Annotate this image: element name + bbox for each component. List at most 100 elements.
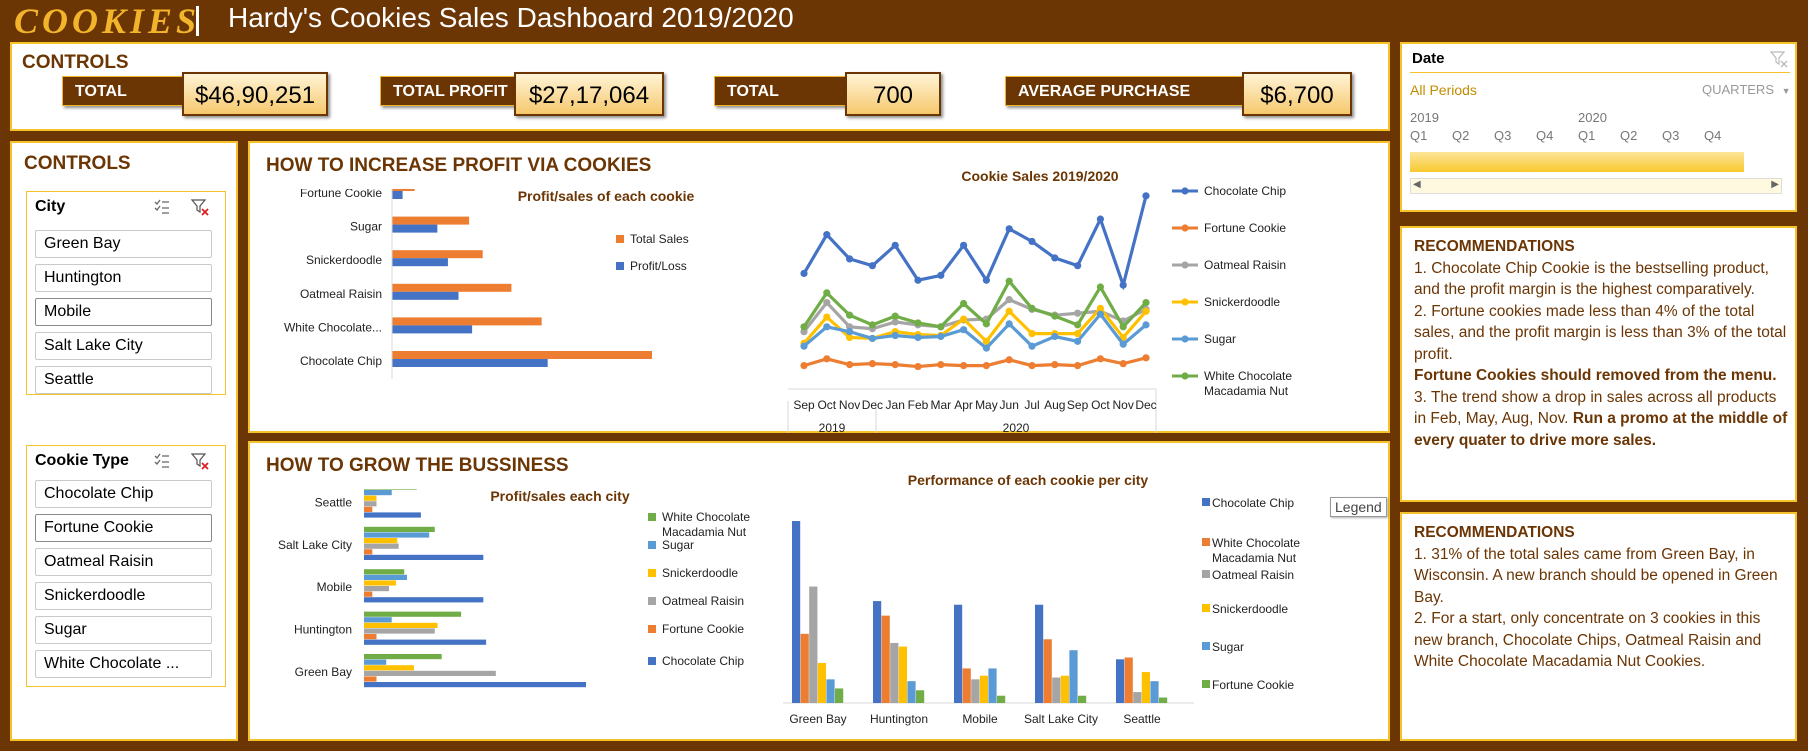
- kpi-value-total-profit: $27,17,064: [514, 72, 664, 116]
- y-tick-label: Mobile: [317, 580, 353, 594]
- quarter-label[interactable]: Q1: [1410, 128, 1427, 143]
- bar: [1069, 650, 1078, 703]
- data-point: [937, 323, 945, 331]
- cookie-slicer-item[interactable]: Oatmeal Raisin: [35, 548, 212, 576]
- date-period-label[interactable]: All Periods: [1410, 82, 1477, 98]
- bar-total-sales: [392, 216, 470, 225]
- date-slicer[interactable]: Date All Periods QUARTERS ▼ 2019 2020 Q1…: [1400, 42, 1797, 212]
- quarter-label[interactable]: Q2: [1452, 128, 1469, 143]
- timeline-bar[interactable]: [1410, 152, 1744, 172]
- bar: [1035, 604, 1044, 703]
- bar: [890, 642, 899, 703]
- multi-select-icon[interactable]: [153, 452, 171, 470]
- quarter-label[interactable]: Q1: [1578, 128, 1595, 143]
- data-point: [823, 231, 831, 239]
- quarter-label[interactable]: Q3: [1662, 128, 1679, 143]
- legend-marker: [1181, 224, 1189, 232]
- quarter-label[interactable]: Q4: [1536, 128, 1553, 143]
- profit-sales-city-chart[interactable]: Profit/sales each city Green Bay Huntingto…: [260, 489, 790, 739]
- clear-filter-icon[interactable]: [1770, 50, 1788, 68]
- scroll-right-icon[interactable]: ▶: [1771, 179, 1779, 190]
- legend-label: Chocolate Chip: [1212, 496, 1294, 510]
- year-2020: 2020: [1578, 110, 1607, 125]
- bar: [1141, 672, 1150, 703]
- city-slicer-item[interactable]: Salt Lake City: [35, 332, 212, 360]
- bar-segment: [364, 682, 586, 688]
- recommendations-panel-2: RECOMMENDATIONS 1. 31% of the total sales…: [1400, 512, 1797, 741]
- data-point: [982, 320, 990, 328]
- bar: [962, 668, 971, 703]
- y-tick-label: Fortune Cookie: [300, 189, 382, 200]
- bar-segment: [364, 526, 435, 532]
- recommendation-text: Fortune Cookies should removed from the …: [1414, 367, 1777, 384]
- city-slicer-title: City: [35, 198, 66, 215]
- quarter-label[interactable]: Q3: [1494, 128, 1511, 143]
- city-slicer-item[interactable]: Green Bay: [35, 230, 212, 258]
- legend-label: Sugar: [1204, 332, 1236, 346]
- legend-label: Oatmeal Raisin: [1204, 258, 1286, 272]
- date-slicer-title: Date: [1412, 50, 1445, 67]
- data-point: [960, 315, 968, 323]
- legend-label: Sugar: [1212, 640, 1244, 654]
- cookie-sales-line-chart[interactable]: Cookie Sales 2019/2020Sep Oct Nov Dec Jan Feb…: [778, 165, 1388, 433]
- bar-segment: [364, 554, 484, 560]
- x-group-label: 2020: [1003, 421, 1030, 433]
- clear-filter-icon[interactable]: [191, 198, 209, 216]
- grow-section-heading: HOW TO GROW THE BUSSINESS: [266, 455, 569, 476]
- data-point: [1096, 283, 1104, 291]
- cookie-slicer-item[interactable]: Chocolate Chip: [35, 480, 212, 508]
- legend-swatch: [1202, 498, 1210, 506]
- legend-label: Fortune Cookie: [1212, 678, 1294, 692]
- cookie-type-slicer[interactable]: Cookie Type Chocolate Chip Fortune Cookie…: [26, 445, 226, 687]
- x-tick-label: Sep: [1067, 398, 1089, 412]
- bar: [835, 688, 844, 703]
- city-slicer-item[interactable]: Seattle: [35, 366, 212, 394]
- data-point: [960, 362, 968, 370]
- x-tick-label: Nov: [1113, 398, 1134, 412]
- bar-segment: [364, 676, 377, 682]
- data-point: [1005, 356, 1013, 364]
- x-tick-label: Salt Lake City: [1024, 712, 1098, 726]
- bar-segment: [364, 654, 442, 660]
- bar: [1116, 659, 1125, 703]
- multi-select-icon[interactable]: [153, 198, 171, 216]
- date-level-dropdown[interactable]: QUARTERS ▼: [1702, 82, 1791, 97]
- kpi-panel: CONTROLS TOTAL SALES $46,90,251 TOTAL PR…: [10, 42, 1390, 131]
- kpi-value-total-sales: $46,90,251: [182, 72, 328, 116]
- timeline-scrollbar[interactable]: ◀ ▶: [1410, 178, 1782, 194]
- legend-label: White Chocolate Macadamia Nut: [662, 510, 750, 539]
- scroll-left-icon[interactable]: ◀: [1413, 179, 1421, 190]
- bar-segment: [364, 659, 387, 665]
- cookie-slicer-item[interactable]: Sugar: [35, 616, 212, 644]
- profit-section-heading: HOW TO INCREASE PROFIT VIA COOKIES: [266, 155, 652, 176]
- city-slicer[interactable]: City Green Bay Huntington Mobile Salt Lake …: [26, 191, 226, 395]
- data-point: [1051, 361, 1059, 369]
- data-point: [846, 255, 854, 263]
- city-slicer-item[interactable]: Mobile: [35, 298, 212, 326]
- bar-profit: [392, 291, 459, 300]
- recommendations-panel-1: RECOMMENDATIONS 1. Chocolate Chip Cookie …: [1400, 226, 1797, 502]
- bar-segment: [364, 622, 438, 628]
- clear-filter-icon[interactable]: [191, 452, 209, 470]
- x-group-label: 2019: [819, 421, 846, 433]
- bar-total-sales: [392, 317, 542, 326]
- cookie-slicer-item[interactable]: Snickerdoodle: [35, 582, 212, 610]
- quarter-label[interactable]: Q4: [1704, 128, 1721, 143]
- legend-swatch: [648, 513, 656, 521]
- x-tick-label: Oct: [817, 398, 836, 412]
- city-slicer-item[interactable]: Huntington: [35, 264, 212, 292]
- cookie-performance-city-chart[interactable]: Performance of each cookie per city Green…: [778, 463, 1388, 739]
- bar-segment: [364, 670, 496, 676]
- data-point: [891, 331, 899, 340]
- kpi-value-total-orders: 700: [845, 72, 941, 116]
- cookie-slicer-item[interactable]: Fortune Cookie: [35, 514, 212, 542]
- profit-sales-cookie-chart[interactable]: Profit/sales of each cookie Chocolate Chi…: [260, 189, 790, 389]
- legend-marker: [1181, 372, 1189, 380]
- legend-swatch: [616, 262, 624, 270]
- bar-segment: [364, 501, 377, 507]
- data-point: [914, 362, 922, 371]
- quarter-label[interactable]: Q2: [1620, 128, 1637, 143]
- cookie-slicer-item[interactable]: White Chocolate ...: [35, 650, 212, 678]
- data-point: [1005, 320, 1013, 328]
- bar-segment: [364, 512, 421, 518]
